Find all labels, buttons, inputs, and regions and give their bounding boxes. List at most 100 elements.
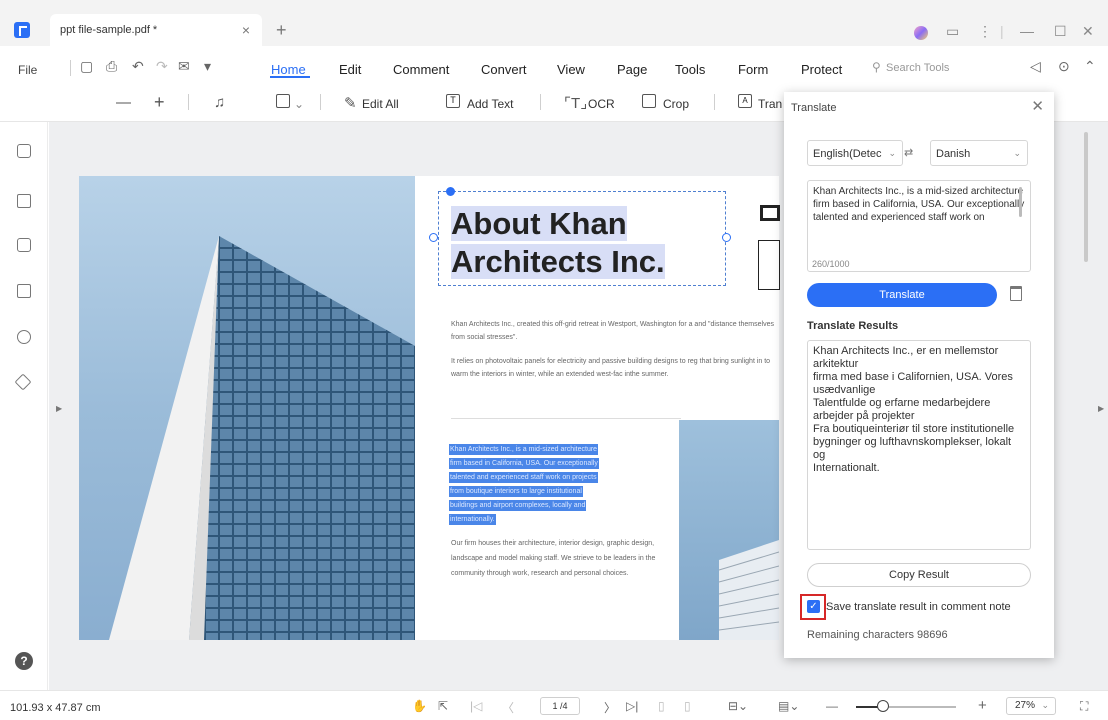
menu-home[interactable]: Home xyxy=(271,62,306,77)
edit-all-icon[interactable]: ✎ xyxy=(344,94,357,112)
building-illustration xyxy=(109,236,415,640)
results-text-area[interactable]: Khan Architects Inc., er en mellemstor a… xyxy=(807,340,1031,550)
resize-handle-left[interactable] xyxy=(429,233,438,242)
translate-icon[interactable]: A xyxy=(738,94,752,108)
redo-icon[interactable]: ↷ xyxy=(156,58,168,75)
more-options-icon[interactable]: ⋮ xyxy=(978,22,992,40)
search-tools-input[interactable]: Search Tools xyxy=(886,62,949,74)
ocr-icon[interactable]: ⌜T⌟ xyxy=(564,94,587,112)
menu-convert[interactable]: Convert xyxy=(481,62,527,77)
last-page-icon[interactable]: ▷| xyxy=(626,699,638,713)
paragraph-intro: Khan Architects Inc., created this off-g… xyxy=(451,321,774,341)
document-tab[interactable]: ppt file-sample.pdf * × xyxy=(50,14,262,46)
menu-page[interactable]: Page xyxy=(617,62,647,77)
divider xyxy=(320,94,321,110)
email-icon[interactable]: ✉ xyxy=(178,58,190,75)
edit-all-button[interactable]: Edit All xyxy=(362,97,399,111)
add-text-button[interactable]: Add Text xyxy=(467,97,513,111)
minimize-button[interactable]: — xyxy=(1020,22,1034,40)
close-icon[interactable]: ✕ xyxy=(1031,97,1044,115)
highlighted-line: talented and experienced staff work on p… xyxy=(449,472,598,483)
body-paragraph: Our firm houses their architecture, inte… xyxy=(451,540,656,577)
close-window-button[interactable]: ✕ xyxy=(1082,22,1094,40)
shape-tool-icon[interactable] xyxy=(276,94,290,108)
zoom-out-button[interactable]: — xyxy=(826,699,838,713)
copy-result-button[interactable]: Copy Result xyxy=(807,563,1031,587)
expand-right-panel-icon[interactable]: ▶ xyxy=(1098,404,1104,413)
new-tab-button[interactable]: + xyxy=(276,21,287,39)
tab-close-icon[interactable]: × xyxy=(242,22,250,38)
result-text: Khan Architects Inc., er en mellemstor a… xyxy=(813,345,1015,474)
translate-button[interactable]: Translate xyxy=(807,283,997,307)
fit-page-icon[interactable]: ▤⌄ xyxy=(778,699,799,713)
status-bar: 101.93 x 47.87 cm ✋ ⇱ |◁ 〈 1 /4 〉 ▷| ▯ ▯… xyxy=(0,690,1108,720)
source-language-select[interactable]: English(Detec ⌄ xyxy=(807,140,903,166)
highlighted-line: Khan Architects Inc., is a mid-sized arc… xyxy=(449,444,599,455)
zoom-in-button[interactable]: + xyxy=(978,697,987,714)
fit-width-icon[interactable]: ⊟⌄ xyxy=(728,699,748,713)
page-number-input[interactable]: 1 /4 xyxy=(540,697,580,715)
chevron-down-icon[interactable]: ⌄ xyxy=(294,97,304,111)
resize-handle-right[interactable] xyxy=(722,233,731,242)
save-icon[interactable]: ▢ xyxy=(80,58,93,75)
source-text: Khan Architects Inc., is a mid-sized arc… xyxy=(813,186,1025,223)
hand-tool-icon[interactable]: ✋ xyxy=(412,699,427,713)
layers-icon[interactable] xyxy=(14,373,32,391)
page-dimensions: 101.93 x 47.87 cm xyxy=(10,702,101,714)
share-icon[interactable]: ◁ xyxy=(1030,58,1041,75)
swap-languages-icon[interactable]: ⇄ xyxy=(904,146,913,159)
zoom-slider-handle[interactable] xyxy=(877,700,889,712)
next-page-icon[interactable]: 〉 xyxy=(604,699,616,716)
first-page-icon[interactable]: |◁ xyxy=(470,699,482,713)
menu-protect[interactable]: Protect xyxy=(801,62,842,77)
expand-sidebar-icon[interactable]: ▶ xyxy=(56,404,62,413)
previous-page-icon[interactable]: 〈 xyxy=(502,699,514,716)
add-text-icon[interactable]: T xyxy=(446,94,460,108)
menu-file[interactable]: File xyxy=(18,63,37,77)
zoom-level-select[interactable]: 27% ⌄ xyxy=(1006,697,1056,715)
menu-comment[interactable]: Comment xyxy=(393,62,449,77)
search-panel-icon[interactable] xyxy=(17,330,31,344)
collapse-ribbon-icon[interactable]: ⌃ xyxy=(1084,58,1096,75)
customize-dropdown-icon[interactable]: ▾ xyxy=(204,58,211,75)
select-tool-icon[interactable]: ⇱ xyxy=(438,699,448,713)
source-scrollbar[interactable] xyxy=(1019,187,1022,217)
message-icon[interactable]: ▭ xyxy=(946,22,959,40)
menu-form[interactable]: Form xyxy=(738,62,768,77)
highlighted-line: buildings and airport complexes, locally… xyxy=(449,500,587,511)
chevron-down-icon: ⌄ xyxy=(1041,700,1049,710)
crop-icon[interactable] xyxy=(642,94,656,108)
help-icon[interactable]: ? xyxy=(15,652,33,670)
undo-icon[interactable]: ↶ xyxy=(132,58,144,75)
avatar[interactable] xyxy=(914,26,928,40)
menu-edit[interactable]: Edit xyxy=(339,62,361,77)
results-label: Translate Results xyxy=(807,320,899,332)
attachment-icon[interactable] xyxy=(17,284,31,298)
comment-panel-icon[interactable] xyxy=(17,238,31,252)
menu-view[interactable]: View xyxy=(557,62,585,77)
vertical-scrollbar[interactable] xyxy=(1084,132,1088,262)
divider: | xyxy=(1000,23,1004,39)
highlight-dropdown-icon[interactable]: ♫ xyxy=(214,94,225,111)
thumbnails-icon[interactable] xyxy=(17,144,31,158)
ocr-button[interactable]: OCR xyxy=(588,97,615,111)
bookmark-icon[interactable] xyxy=(17,194,31,208)
single-page-icon[interactable]: ▯ xyxy=(658,699,665,713)
crop-button[interactable]: Crop xyxy=(663,97,689,111)
menu-tools[interactable]: Tools xyxy=(675,62,705,77)
rotate-handle[interactable] xyxy=(446,187,455,196)
save-result-checkbox[interactable]: ✓ xyxy=(807,600,820,613)
second-building-illustration xyxy=(718,540,779,640)
character-counter: 260/1000 xyxy=(812,259,850,269)
print-icon[interactable]: ⎙ xyxy=(106,58,117,75)
zoom-out-icon[interactable]: — xyxy=(116,94,131,111)
two-page-icon[interactable]: ▯ xyxy=(684,699,691,713)
cloud-icon[interactable]: ⊙ xyxy=(1058,58,1070,75)
fullscreen-icon[interactable]: ⛶ xyxy=(1080,699,1088,714)
translate-toolbar-button[interactable]: Tran xyxy=(758,97,782,111)
trash-icon[interactable] xyxy=(1010,286,1022,301)
save-result-label: Save translate result in comment note xyxy=(826,601,1011,613)
target-language-select[interactable]: Danish ⌄ xyxy=(930,140,1028,166)
zoom-in-icon[interactable]: + xyxy=(154,92,165,113)
maximize-button[interactable]: ☐ xyxy=(1054,22,1067,40)
